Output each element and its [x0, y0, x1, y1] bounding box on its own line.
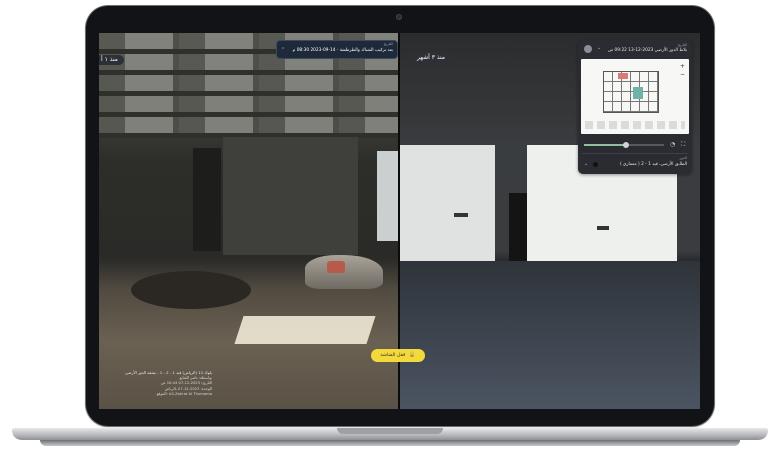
left-panorama[interactable]: منذ ١ أ التاريخ بعد ترکیب الشباك والطرطش… [99, 33, 399, 409]
wall-outlet [454, 213, 468, 217]
left-date-value: بعد ترکیب الشباك والطرطشة - 14-09-2023 0… [292, 48, 393, 53]
sunlight-patch [234, 316, 376, 344]
left-date-caption: التاريخ [383, 42, 393, 46]
right-time-badge: منذ ٣ أشهر [411, 53, 452, 63]
left-time-badge: منذ ١ أ [99, 55, 124, 65]
webcam-icon [396, 14, 402, 20]
time-slider-fill [584, 144, 626, 146]
lock-screen-button[interactable]: قفل الشاشة 🔒 [371, 349, 425, 362]
panel-date-caption: التاريخ [677, 43, 687, 47]
left-time-label: منذ ١ أ [101, 56, 118, 63]
floor-value[interactable]: الطابق الأرضي، قيد 1 - 2 ( معماري ) [620, 162, 687, 167]
lock-icon: 🔒 [408, 352, 416, 358]
floorplan-drawing [603, 71, 659, 113]
tiled-floor [399, 261, 700, 409]
floorplan-legend [585, 121, 685, 129]
right-time-label: منذ ٣ أشهر [417, 54, 446, 61]
chevron-down-icon[interactable]: ⌄ [597, 45, 601, 51]
zoom-in-button[interactable]: + [680, 63, 685, 71]
laptop-base-shadow [40, 440, 740, 446]
window [377, 151, 399, 241]
zoom-out-button[interactable]: − [680, 71, 685, 79]
wall-outlet [597, 226, 609, 230]
laptop-notch [337, 428, 443, 434]
floor-stain [131, 271, 251, 309]
floorplan-panel: ⌄ التاريخ بلاط الدور الأرضي 2023-12-13 0… [578, 40, 692, 174]
capture-info: بلوك 11 (الرياض) قيد 1 - 2 - 1 - بشقه ال… [104, 370, 212, 406]
doorway [193, 148, 221, 251]
avatar[interactable] [584, 45, 592, 53]
side-wall [399, 145, 495, 263]
chevron-up-icon[interactable]: ⌃ [281, 47, 285, 53]
floorplan-minimap[interactable]: + − [581, 59, 689, 134]
map-zoom-controls: + − [680, 63, 685, 79]
panel-date-value[interactable]: بلاط الدور الأرضي 2023-12-13 09:22 ص [608, 48, 687, 53]
capture-info-row: الموقع: AS-Zahrat Al Thumama [156, 392, 212, 397]
lock-screen-label: قفل الشاشة [380, 353, 406, 358]
doorway [509, 193, 527, 263]
compare-icon[interactable]: ◔ [670, 141, 675, 148]
floor-caption: الدور [679, 156, 687, 160]
floor-color-dot [593, 162, 598, 167]
floorplan-room-highlight [633, 87, 643, 99]
time-slider[interactable] [584, 142, 664, 148]
floorplan-room-highlight [618, 73, 628, 79]
screen: منذ ١ أ التاريخ بعد ترکیب الشباك والطرطش… [99, 33, 700, 409]
back-wall [223, 137, 358, 255]
rubble-brick [327, 261, 345, 273]
chevron-down-icon[interactable]: ⌄ [584, 161, 588, 167]
left-date-selector[interactable]: التاريخ بعد ترکیب الشباك والطرطشة - 14-0… [276, 40, 398, 59]
fullscreen-icon[interactable]: ⛶ [681, 141, 685, 149]
panel-divider [582, 153, 688, 154]
time-slider-handle[interactable] [622, 142, 629, 148]
